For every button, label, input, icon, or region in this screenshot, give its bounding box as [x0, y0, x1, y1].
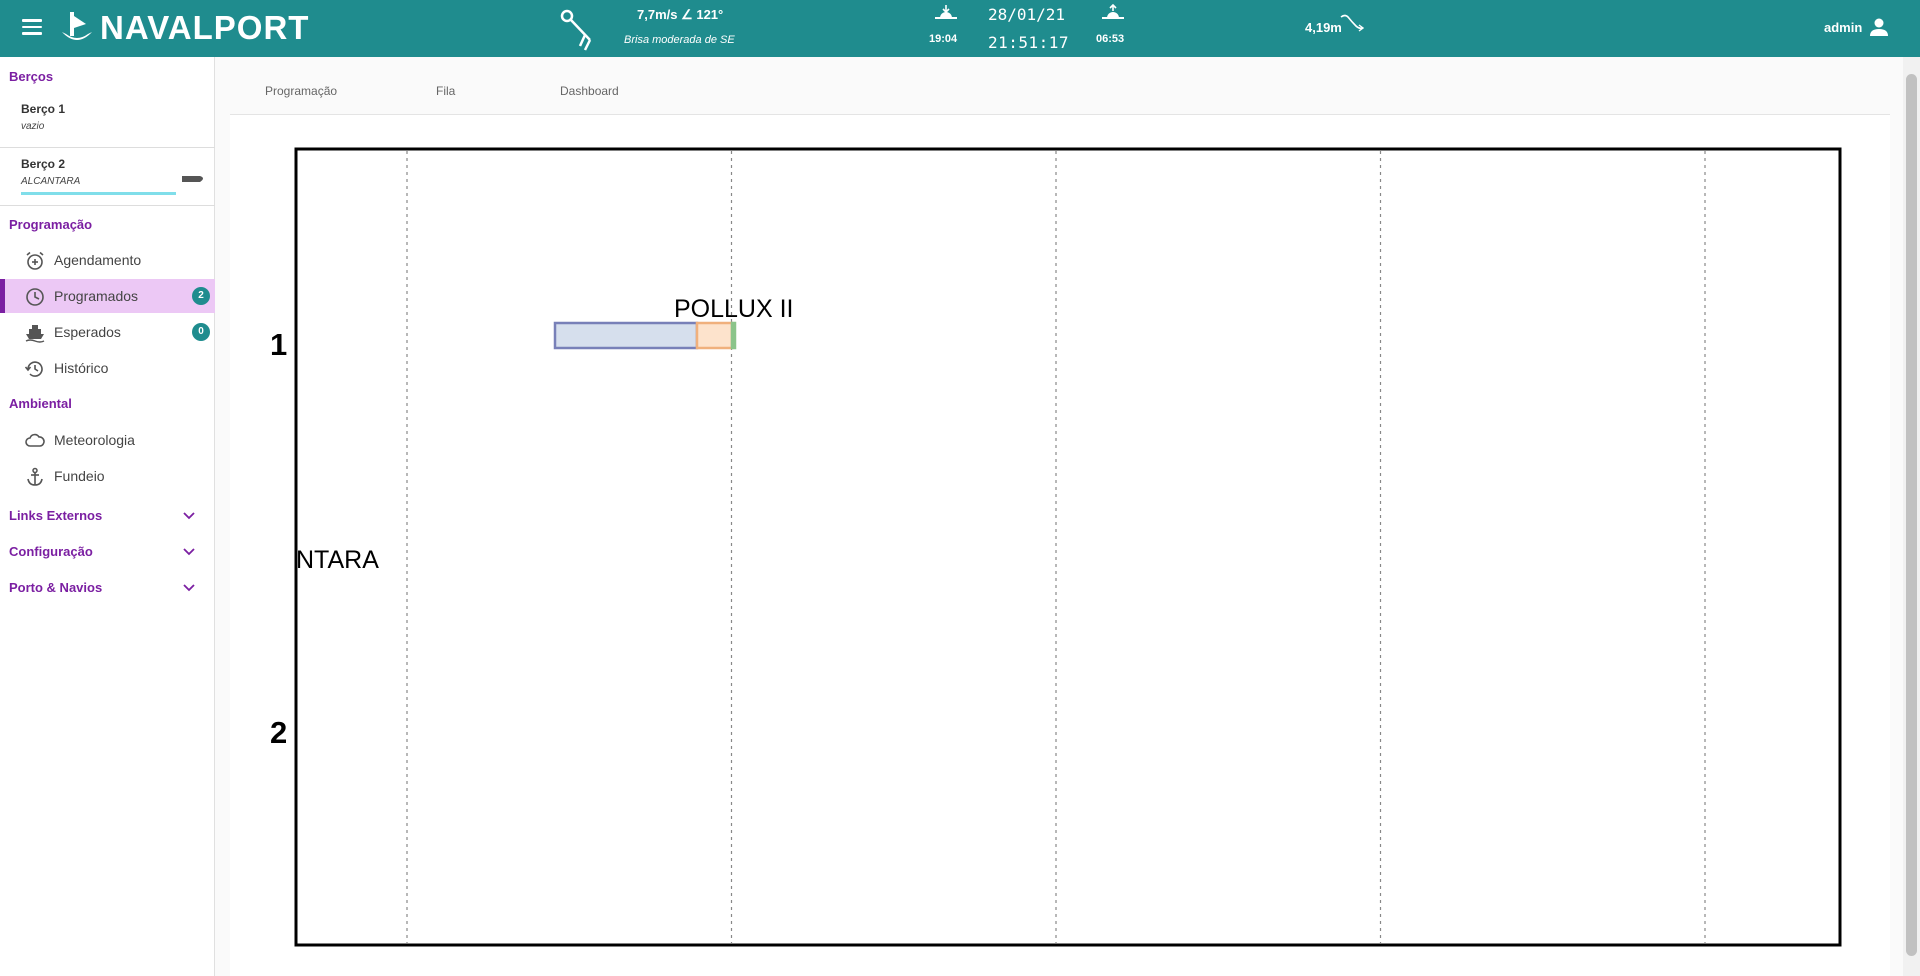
- ship-bar-departure[interactable]: [730, 321, 737, 350]
- nav-item-agendamento[interactable]: Agendamento: [0, 243, 215, 277]
- chevron-down-icon: [183, 512, 195, 520]
- count-badge: 0: [192, 323, 210, 341]
- group-label: Configuração: [9, 544, 93, 559]
- tab-bar: Programação Fila Dashboard: [230, 57, 1890, 115]
- clock-icon: [26, 288, 44, 306]
- berth-2-progress-bar: [21, 192, 176, 195]
- timeline-frame: [294, 147, 1842, 947]
- alarm-add-icon: [26, 251, 44, 270]
- current-time: 21:51:17: [988, 33, 1070, 52]
- divider: [0, 147, 215, 148]
- history-icon: [25, 361, 43, 377]
- group-configuracao[interactable]: Configuração: [0, 537, 215, 567]
- group-links-externos[interactable]: Links Externos: [0, 501, 215, 531]
- nav-item-label: Fundeio: [54, 468, 105, 484]
- ship-label-alcantara: NTARA: [296, 546, 379, 574]
- cloud-icon: [25, 433, 45, 447]
- divider: [0, 205, 215, 206]
- row-label-1: 1: [270, 327, 287, 362]
- nav-item-programados[interactable]: Programados 2: [0, 279, 215, 313]
- anchor-icon: [27, 467, 43, 486]
- group-label: Porto & Navios: [9, 580, 103, 595]
- user-icon[interactable]: [1868, 16, 1890, 38]
- scrollbar-thumb[interactable]: [1906, 74, 1917, 956]
- app-logo[interactable]: NAVALPORT: [60, 9, 309, 47]
- sunset-time: 19:04: [929, 33, 958, 45]
- ship-bar-planned[interactable]: [553, 321, 699, 350]
- nav-item-meteorologia[interactable]: Meteorologia: [0, 423, 215, 457]
- berth-timeline-chart[interactable]: 1 2 POLLUX II NTARA: [230, 115, 1890, 976]
- berth-1-status: vazio: [21, 121, 45, 132]
- navalport-logo-icon: [62, 12, 92, 40]
- menu-icon[interactable]: [22, 19, 42, 35]
- nav-item-fundeio[interactable]: Fundeio: [0, 459, 215, 493]
- chevron-down-icon: [183, 548, 195, 556]
- sidebar: Berços Berço 1 vazio Berço 2 ALCANTARA P…: [0, 57, 215, 976]
- tide-level: 4,19m: [1305, 20, 1342, 35]
- tab-dashboard[interactable]: Dashboard: [560, 84, 619, 98]
- tide-trend-icon: [1340, 14, 1364, 32]
- nav-item-label: Esperados: [54, 324, 121, 340]
- nav-item-label: Programados: [54, 288, 139, 304]
- row-label-2: 2: [270, 715, 287, 750]
- ship-label-pollux: POLLUX II: [674, 295, 794, 323]
- programacao-section-title: Programação: [9, 217, 93, 232]
- berth-1-name[interactable]: Berço 1: [21, 102, 65, 116]
- nav-item-esperados[interactable]: Esperados 0: [0, 315, 215, 349]
- current-date: 28/01/21: [988, 5, 1066, 24]
- group-porto-navios[interactable]: Porto & Navios: [0, 573, 215, 603]
- ship-bar-maneuver[interactable]: [695, 321, 734, 350]
- top-bar: NAVALPORT 7,7m/s ∠ 121° Brisa moderada d…: [0, 0, 1920, 57]
- berth-2-status: ALCANTARA: [21, 176, 81, 187]
- ship-icon: [25, 325, 45, 343]
- app-name: NAVALPORT: [100, 9, 310, 46]
- group-label: Links Externos: [9, 508, 103, 523]
- nav-item-label: Histórico: [54, 360, 109, 376]
- berth-2-ship-icon: [182, 176, 203, 182]
- tab-fila[interactable]: Fila: [436, 84, 455, 98]
- wind-speed: 7,7m/s ∠ 121°: [637, 7, 724, 22]
- nav-item-label: Agendamento: [54, 252, 142, 268]
- ambiental-section-title: Ambiental: [9, 396, 72, 411]
- berths-section-title: Berços: [9, 69, 54, 84]
- wind-vane-icon: [560, 9, 592, 51]
- tab-programacao[interactable]: Programação: [265, 84, 337, 98]
- sunrise-icon: [1102, 4, 1124, 19]
- main-content: 1 2 POLLUX II NTARA: [230, 115, 1890, 976]
- nav-item-label: Meteorologia: [54, 432, 135, 448]
- sunrise-time: 06:53: [1096, 33, 1125, 45]
- chevron-down-icon: [183, 584, 195, 592]
- wind-description: Brisa moderada de SE: [624, 34, 735, 46]
- nav-item-historico[interactable]: Histórico: [0, 351, 215, 385]
- count-badge: 2: [192, 287, 210, 305]
- berth-2-name[interactable]: Berço 2: [21, 157, 65, 171]
- sunset-icon: [935, 5, 957, 19]
- user-name[interactable]: admin: [1824, 20, 1862, 35]
